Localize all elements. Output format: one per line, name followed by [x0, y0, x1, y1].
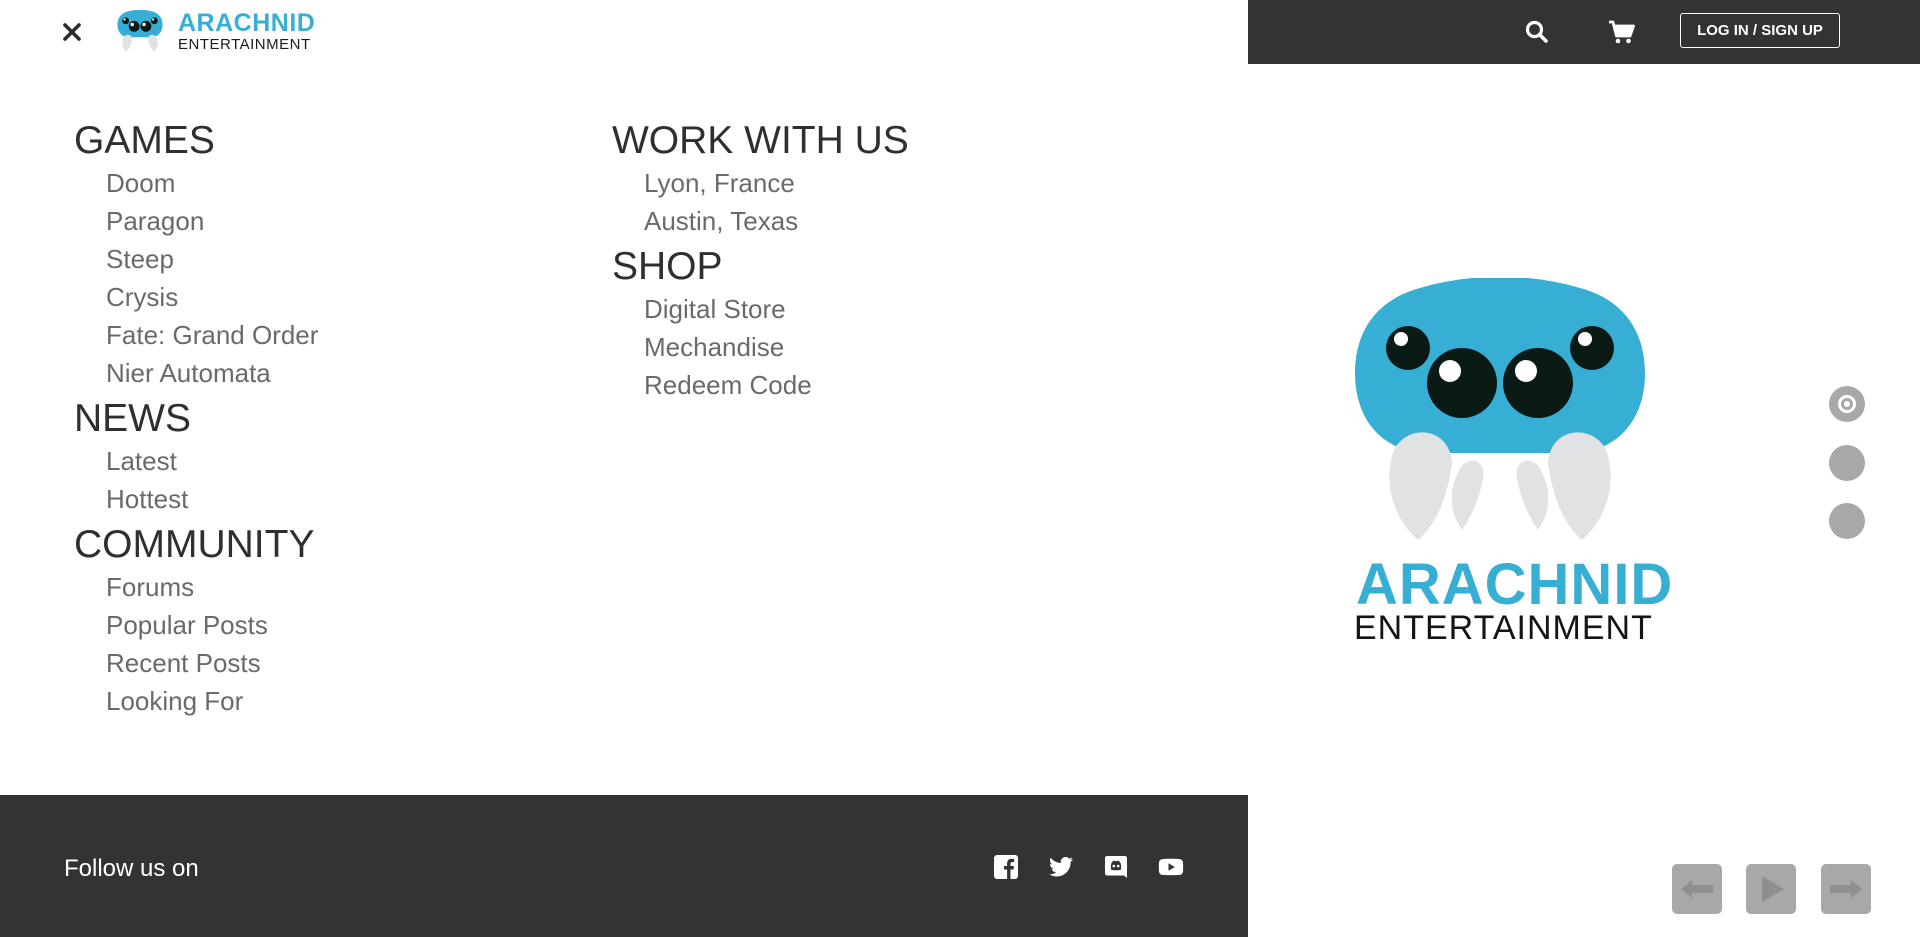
work-with-us-list: Lyon, France Austin, Texas [644, 164, 909, 240]
menu-item-lyon[interactable]: Lyon, France [644, 164, 909, 202]
brand-tagline: ENTERTAINMENT [178, 35, 311, 53]
menu-heading-work-with-us[interactable]: WORK WITH US [612, 118, 909, 164]
menu-heading-community[interactable]: COMMUNITY [74, 522, 318, 568]
menu-item-doom[interactable]: Doom [106, 164, 318, 202]
menu-item-popular-posts[interactable]: Popular Posts [106, 606, 318, 644]
slide-dot-3[interactable] [1829, 503, 1865, 539]
cart-button[interactable] [1608, 19, 1636, 45]
twitter-icon[interactable] [1048, 854, 1074, 880]
follow-us-label: Follow us on [64, 855, 199, 882]
login-signup-button[interactable]: LOG IN / SIGN UP [1680, 13, 1840, 48]
prev-slide-button[interactable] [1672, 864, 1722, 914]
slide-dot-2[interactable] [1829, 445, 1865, 481]
menu-item-merchandise[interactable]: Mechandise [644, 328, 909, 366]
menu-item-forums[interactable]: Forums [106, 568, 318, 606]
slide-dot-1[interactable] [1829, 386, 1865, 422]
discord-icon[interactable] [1103, 854, 1129, 880]
menu-item-redeem-code[interactable]: Redeem Code [644, 366, 909, 404]
menu-item-latest[interactable]: Latest [106, 442, 318, 480]
hero-brand-subtitle: ENTERTAINMENT [1354, 609, 1653, 647]
arrow-right-icon [1830, 880, 1862, 898]
menu-panel: ARACHNID ENTERTAINMENT GAMES Doom Parago… [0, 0, 1248, 937]
menu-item-recent-posts[interactable]: Recent Posts [106, 644, 318, 682]
spider-mascot-image [1355, 278, 1645, 540]
menu-column-2: WORK WITH US Lyon, France Austin, Texas … [612, 118, 909, 408]
search-button[interactable] [1524, 19, 1550, 45]
games-list: Doom Paragon Steep Crysis Fate: Grand Or… [106, 164, 318, 392]
menu-item-steep[interactable]: Steep [106, 240, 318, 278]
menu-item-looking-for[interactable]: Looking For [106, 682, 318, 720]
menu-item-nier-automata[interactable]: Nier Automata [106, 354, 318, 392]
youtube-icon[interactable] [1158, 854, 1184, 880]
shop-list: Digital Store Mechandise Redeem Code [644, 290, 909, 404]
spider-logo-icon [117, 10, 163, 52]
facebook-icon[interactable] [993, 854, 1019, 880]
close-menu-button[interactable] [58, 18, 86, 46]
menu-column-1: GAMES Doom Paragon Steep Crysis Fate: Gr… [74, 118, 318, 724]
brand-logo[interactable]: ARACHNID ENTERTAINMENT [116, 10, 315, 52]
menu-item-hottest[interactable]: Hottest [106, 480, 318, 518]
menu-item-digital-store[interactable]: Digital Store [644, 290, 909, 328]
social-links [993, 854, 1213, 880]
menu-heading-news[interactable]: NEWS [74, 396, 318, 442]
play-icon [1762, 876, 1784, 902]
hero-brand-title: ARACHNID [1356, 552, 1674, 617]
search-icon [1525, 20, 1548, 43]
menu-item-fate-grand-order[interactable]: Fate: Grand Order [106, 316, 318, 354]
next-slide-button[interactable] [1821, 864, 1871, 914]
news-list: Latest Hottest [106, 442, 318, 518]
menu-item-austin[interactable]: Austin, Texas [644, 202, 909, 240]
brand-name: ARACHNID [178, 8, 316, 37]
close-icon [63, 23, 81, 41]
community-list: Forums Popular Posts Recent Posts Lookin… [106, 568, 318, 720]
menu-item-paragon[interactable]: Paragon [106, 202, 318, 240]
menu-heading-games[interactable]: GAMES [74, 118, 318, 164]
play-slide-button[interactable] [1746, 864, 1796, 914]
arrow-left-icon [1681, 880, 1713, 898]
menu-item-crysis[interactable]: Crysis [106, 278, 318, 316]
menu-heading-shop[interactable]: SHOP [612, 244, 909, 290]
cart-icon [1609, 20, 1635, 44]
